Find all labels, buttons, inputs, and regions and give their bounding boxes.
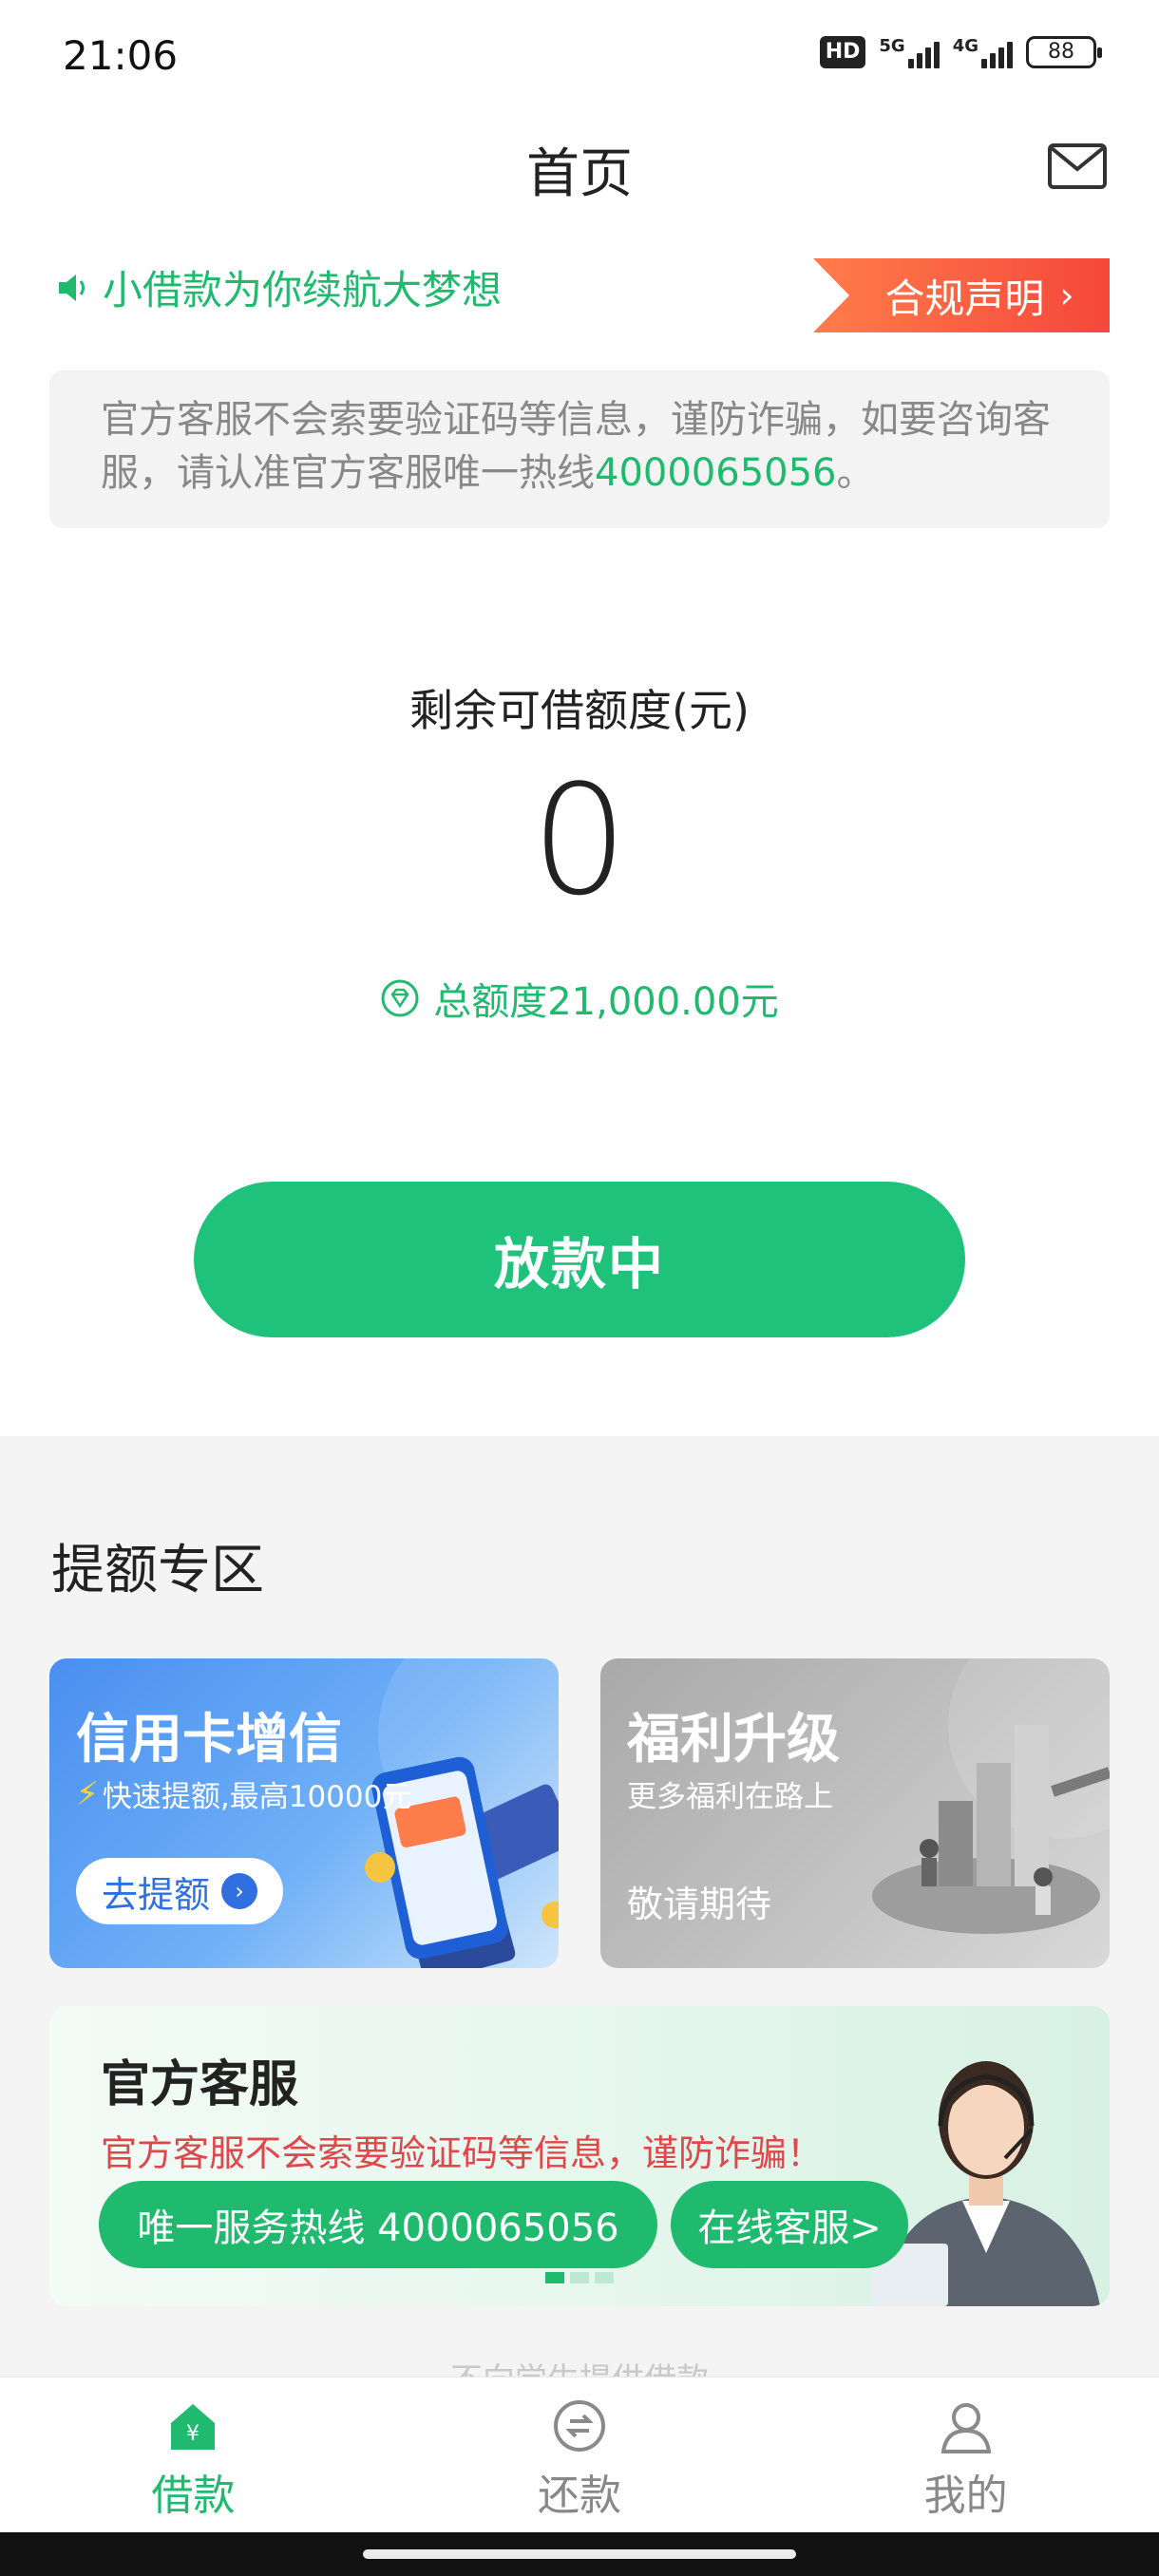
customer-service-agent-illustration xyxy=(872,2061,1100,2306)
lightning-icon: ⚡ xyxy=(76,1774,99,1813)
speaker-icon xyxy=(59,274,85,301)
fraud-warning-box: 官方客服不会索要验证码等信息，谨防诈骗，如要咨询客服，请认准官方客服唯一热线40… xyxy=(49,370,1110,528)
home-indicator-bar[interactable] xyxy=(363,2549,796,2559)
disbursing-button[interactable]: 放款中 xyxy=(194,1182,965,1337)
carousel-dot xyxy=(570,2272,589,2283)
boost-section-title: 提额专区 xyxy=(51,1540,264,1601)
nav-item-repay[interactable]: 还款 xyxy=(387,2377,773,2532)
system-gesture-bar xyxy=(0,2532,1159,2576)
home-loan-icon: ¥ xyxy=(171,2404,216,2450)
credit-card-boost-card[interactable]: 信用卡增信 ⚡ 快速提额,最高10000元 去提额 › xyxy=(49,1658,559,1968)
credit-card-subtitle-row: ⚡ 快速提额,最高10000元 xyxy=(76,1772,411,1815)
svg-text:¥: ¥ xyxy=(186,2422,200,2446)
bottom-navigation: ¥ 借款 还款 我的 xyxy=(0,2377,1159,2532)
welfare-subtitle: 更多福利在路上 xyxy=(627,1780,833,1814)
welfare-coming-soon: 敬请期待 xyxy=(627,1884,772,1925)
service-title: 官方客服 xyxy=(101,2056,299,2113)
marquee-notice: 小借款为你续航大梦想 xyxy=(55,258,502,316)
boost-credit-button[interactable]: 去提额 › xyxy=(76,1858,283,1924)
chevron-right-icon: › xyxy=(1059,275,1074,316)
total-credit: 总额度21,000.00元 xyxy=(0,971,1159,1026)
carousel-dot xyxy=(595,2272,614,2283)
arrow-right-circle-icon: › xyxy=(221,1873,257,1909)
official-service-banner[interactable]: 官方客服 官方客服不会索要验证码等信息，谨防诈骗！ 唯一服务热线 4000065… xyxy=(49,2006,1110,2306)
repay-icon xyxy=(554,2400,605,2452)
carousel-indicator xyxy=(545,2272,614,2283)
total-credit-text: 总额度21,000.00元 xyxy=(433,980,779,1024)
user-icon xyxy=(940,2403,991,2453)
available-credit-value: 0 xyxy=(531,751,628,929)
compliance-statement-button[interactable]: 合规声明 › xyxy=(813,258,1110,332)
battery-icon: 88 xyxy=(1026,36,1102,68)
nav-label-mine: 我的 xyxy=(923,2472,1008,2520)
welfare-upgrade-card[interactable]: 福利升级 更多福利在路上 敬请期待 xyxy=(600,1658,1110,1968)
nav-label-loan: 借款 xyxy=(151,2472,236,2520)
status-indicators: HD 5G 4G 88 xyxy=(819,36,1102,68)
status-bar: 21:06 HD 5G 4G 88 xyxy=(0,0,1159,112)
warning-text: 官方客服不会索要验证码等信息，谨防诈骗，如要咨询客服，请认准官方客服唯一热线 xyxy=(101,398,1051,495)
hd-voice-icon: HD xyxy=(819,36,866,68)
available-credit-label: 剩余可借额度(元) xyxy=(409,685,750,736)
status-time: 21:06 xyxy=(63,32,179,79)
warning-text-end: 。 xyxy=(836,451,875,495)
welfare-title: 福利升级 xyxy=(627,1709,840,1771)
carousel-dot xyxy=(545,2272,564,2283)
notice-text: 小借款为你续航大梦想 xyxy=(103,267,503,313)
online-service-button[interactable]: 在线客服> xyxy=(671,2181,908,2268)
signal-5g-icon: 5G xyxy=(879,36,940,68)
signal-4g-icon: 4G xyxy=(953,36,1013,68)
credit-card-title: 信用卡增信 xyxy=(76,1709,342,1771)
chart-magnifier-illustration xyxy=(872,1658,1110,1934)
nav-item-mine[interactable]: 我的 xyxy=(772,2377,1159,2532)
service-warning: 官方客服不会索要验证码等信息，谨防诈骗！ xyxy=(101,2132,824,2174)
compliance-label: 合规声明 xyxy=(884,275,1045,322)
credit-card-subtitle: 快速提额,最高10000元 xyxy=(102,1780,412,1814)
boost-credit-label: 去提额 xyxy=(101,1873,210,1916)
mail-icon[interactable] xyxy=(1047,142,1108,190)
nav-item-loan[interactable]: ¥ 借款 xyxy=(0,2377,387,2532)
warning-hotline[interactable]: 4000065056 xyxy=(595,451,837,495)
nav-label-repay: 还款 xyxy=(538,2472,621,2520)
service-hotline-button[interactable]: 唯一服务热线 4000065056 xyxy=(99,2181,657,2268)
page-title: 首页 xyxy=(526,143,633,205)
diamond-icon xyxy=(381,979,419,1017)
